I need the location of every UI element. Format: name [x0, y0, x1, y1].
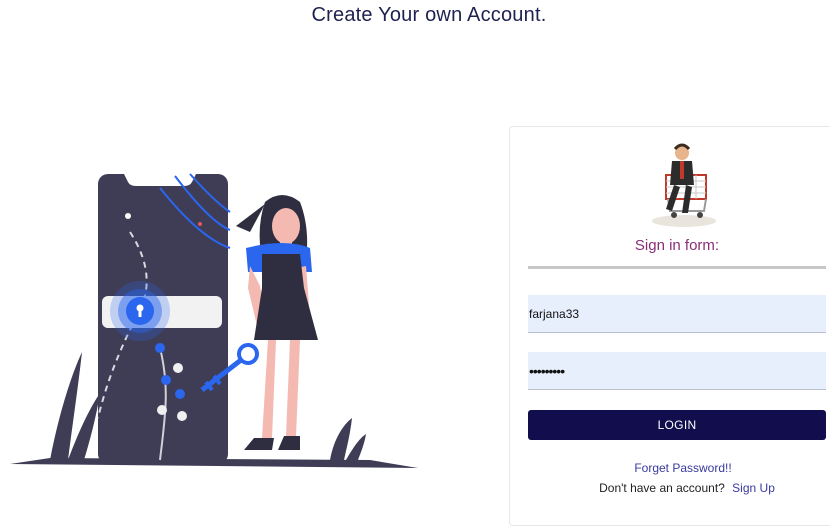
- password-input[interactable]: [528, 352, 826, 390]
- shopping-cart-person-avatar: [652, 143, 716, 227]
- form-divider: [528, 266, 826, 269]
- login-button[interactable]: LOGIN: [528, 410, 826, 440]
- sign-in-form-title: Sign in form:: [634, 237, 720, 254]
- sign-up-link[interactable]: Sign Up: [732, 481, 775, 495]
- signup-prompt: Don't have an account? Sign Up: [528, 481, 830, 495]
- page-title: Create Your own Account.: [311, 4, 547, 26]
- forgot-password-link[interactable]: Forget Password!!: [528, 461, 830, 475]
- no-account-text: Don't have an account?: [599, 481, 725, 495]
- phone-lock-illustration: [10, 173, 418, 468]
- username-input[interactable]: [528, 295, 826, 333]
